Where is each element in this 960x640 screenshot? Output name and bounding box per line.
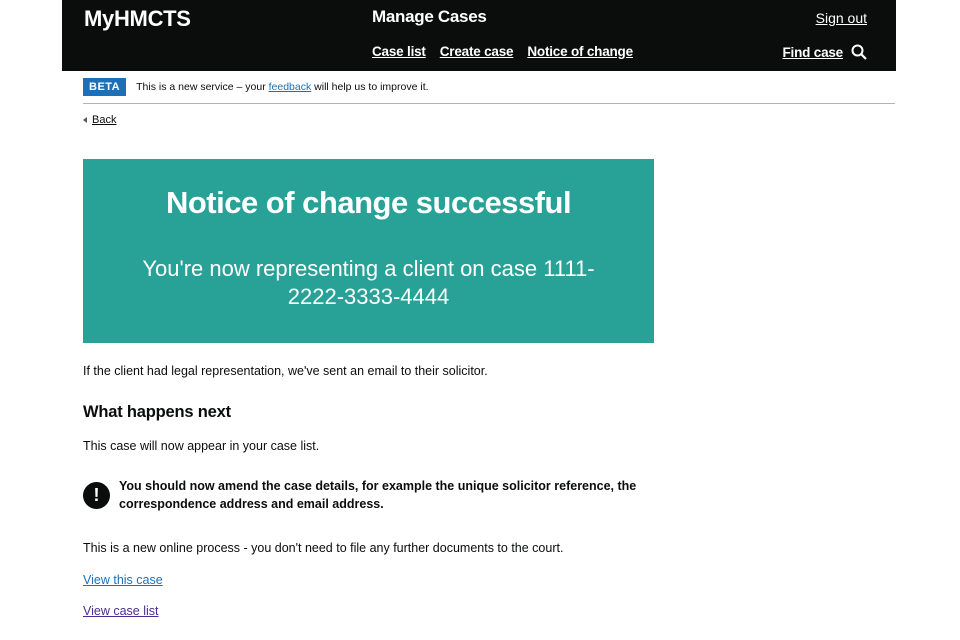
nav-create-case[interactable]: Create case (440, 44, 514, 59)
nav-case-list[interactable]: Case list (372, 44, 426, 59)
feedback-link[interactable]: feedback (269, 81, 312, 93)
process-text: This is a new online process - you don't… (83, 541, 564, 555)
service-name: Manage Cases (372, 7, 487, 26)
primary-nav: Case list Create case Notice of change (372, 44, 633, 59)
warning-text: ! You should now amend the case details,… (83, 477, 663, 513)
view-case-link[interactable]: View this case (83, 573, 163, 587)
phase-text-end: will help us to improve it. (311, 81, 429, 93)
phase-banner-text: This is a new service – your feedback wi… (136, 81, 428, 93)
representation-text: If the client had legal representation, … (83, 364, 488, 378)
panel-title: Notice of change successful (165, 185, 572, 220)
page-frame: MyHMCTS Manage Cases Sign out Case list … (62, 0, 896, 640)
phase-banner: BETA This is a new service – your feedba… (83, 78, 895, 104)
warning-message: You should now amend the case details, f… (119, 479, 637, 511)
brand-logo[interactable]: MyHMCTS (84, 6, 191, 32)
back-link-label: Back (92, 114, 117, 126)
warning-icon: ! (83, 482, 110, 509)
search-icon[interactable] (851, 44, 867, 60)
view-case-list-link[interactable]: View case list (83, 604, 159, 618)
back-caret-icon (83, 117, 87, 123)
confirmation-panel: Notice of change successful You're now r… (83, 159, 654, 343)
back-link[interactable]: Back (83, 114, 116, 126)
find-case[interactable]: Find case (783, 44, 867, 60)
phase-text-start: This is a new service – your (136, 81, 269, 93)
panel-body: You're now representing a client on case… (142, 256, 595, 309)
beta-tag: BETA (83, 78, 127, 96)
nav-notice-of-change[interactable]: Notice of change (527, 44, 633, 59)
site-header: MyHMCTS Manage Cases Sign out Case list … (62, 0, 896, 71)
sign-out-link[interactable]: Sign out (816, 10, 867, 26)
find-case-link[interactable]: Find case (783, 45, 844, 60)
case-list-text: This case will now appear in your case l… (83, 439, 320, 453)
what-happens-next-heading: What happens next (83, 403, 231, 421)
